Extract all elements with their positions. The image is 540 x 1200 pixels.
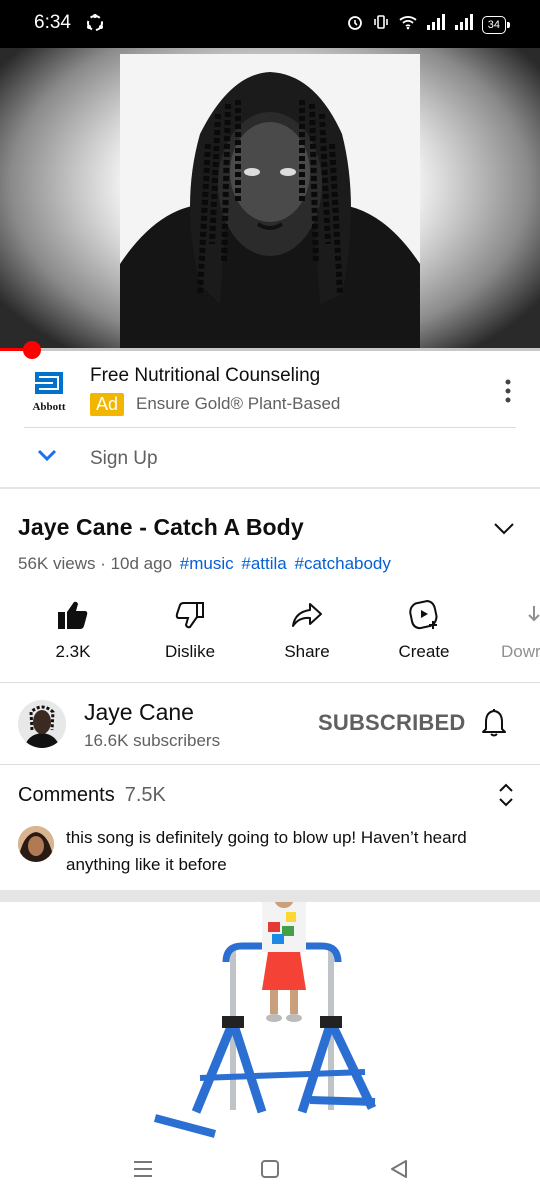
status-icons: 34 <box>346 13 511 36</box>
sync-icon <box>84 12 106 39</box>
more-options-icon[interactable] <box>500 377 516 405</box>
like-button[interactable]: 2.3K <box>23 596 123 662</box>
subscriber-count: 16.6K subscribers <box>84 731 221 750</box>
channel-name[interactable]: Jaye Cane <box>84 699 194 726</box>
share-icon <box>257 596 357 634</box>
ad-subtitle: Ensure Gold® Plant-Based <box>136 394 341 413</box>
ad-card[interactable]: Abbott Free Nutritional Counseling Ad En… <box>0 351 540 489</box>
video-title[interactable]: Jaye Cane - Catch A Body <box>18 514 304 541</box>
video-meta: 56K views · 10d ago #music #attila #catc… <box>18 554 391 574</box>
subscribed-button[interactable]: SUBSCRIBED <box>318 710 465 736</box>
video-player[interactable] <box>0 48 540 350</box>
status-bar: 6:34 34 <box>0 0 540 48</box>
action-bar: 2.3K Dislike Share Create Dowr <box>0 596 540 678</box>
comments-label: Comments <box>18 784 115 806</box>
recent-apps-icon[interactable] <box>130 1156 156 1182</box>
video-thumbnail-portrait <box>120 54 420 350</box>
system-navigation-bar <box>0 1138 540 1200</box>
thumbs-up-icon <box>23 596 123 634</box>
hashtag-attila[interactable]: #attila <box>241 554 286 573</box>
back-icon[interactable] <box>386 1156 412 1182</box>
download-button[interactable]: Dowr <box>484 596 540 662</box>
section-gap <box>0 890 540 902</box>
signal-icon-2 <box>454 14 474 35</box>
top-comment[interactable]: this song is definitely going to blow up… <box>66 824 516 878</box>
expand-description-icon[interactable] <box>492 520 516 541</box>
comments-header[interactable]: Comments 7.5K <box>18 784 166 807</box>
download-icon <box>484 596 540 634</box>
create-button[interactable]: Create <box>374 596 474 662</box>
ad-cta-button[interactable]: Sign Up <box>90 448 158 470</box>
comments-count: 7.5K <box>124 784 166 806</box>
signal-icon-1 <box>426 14 446 35</box>
chevron-down-icon[interactable] <box>36 447 58 468</box>
battery-icon: 34 <box>481 15 511 34</box>
expand-comments-icon[interactable] <box>498 782 514 813</box>
divider <box>0 682 540 683</box>
create-icon <box>374 596 474 634</box>
hashtag-music[interactable]: #music <box>180 554 234 573</box>
notification-bell-icon[interactable] <box>480 708 508 743</box>
hashtag-catchabody[interactable]: #catchabody <box>294 554 390 573</box>
thumbs-down-icon <box>140 596 240 634</box>
product-ad-image[interactable] <box>0 902 540 1138</box>
alarm-icon <box>346 13 364 36</box>
divider <box>0 764 540 765</box>
home-icon[interactable] <box>257 1156 283 1182</box>
advertiser-logo-text: Abbott <box>32 401 66 413</box>
gymnastics-bar-image <box>0 902 540 1138</box>
wifi-icon <box>398 14 418 35</box>
channel-avatar[interactable] <box>18 700 66 748</box>
ad-title[interactable]: Free Nutritional Counseling <box>90 365 320 387</box>
video-stats: 56K views · 10d ago <box>18 554 173 573</box>
status-time: 6:34 <box>34 12 71 33</box>
ad-badge: Ad <box>90 393 125 416</box>
abbott-logo-icon <box>35 372 63 394</box>
divider <box>24 427 516 428</box>
dislike-button[interactable]: Dislike <box>140 596 240 662</box>
advertiser-logo[interactable]: Abbott <box>26 371 72 413</box>
commenter-avatar[interactable] <box>18 826 54 862</box>
vibrate-icon <box>372 13 390 36</box>
share-button[interactable]: Share <box>257 596 357 662</box>
